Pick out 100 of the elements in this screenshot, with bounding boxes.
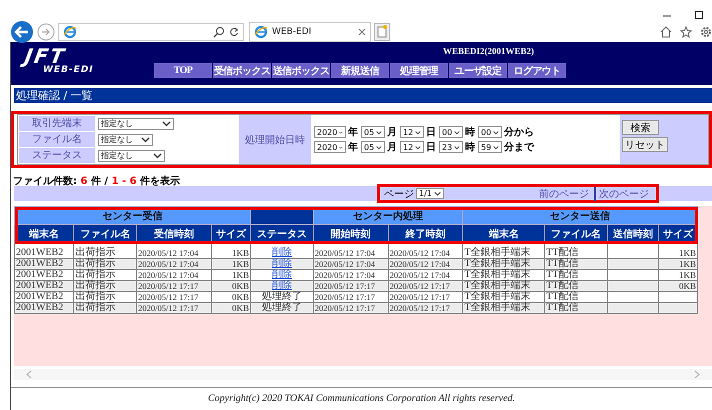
table-cell: 2020/05/12 17:17 (136, 280, 212, 292)
nav-button[interactable]: ユーザ設定 (449, 63, 507, 78)
chevron-icon (415, 128, 421, 136)
unit-label: 日 (426, 141, 436, 154)
column-header: サイズ (658, 224, 698, 244)
unit-label: 年 (348, 126, 358, 139)
unit-label: 時 (465, 126, 475, 139)
chevron-icon (434, 190, 441, 197)
chevron-icon (454, 128, 460, 136)
unit-label: 月 (387, 126, 397, 139)
table-cell: TT配信 (544, 280, 608, 292)
field-label: 取引先端末 (19, 116, 95, 131)
table-cell: 2020/05/12 17:17 (388, 280, 463, 292)
table-cell: 出荷指示 (74, 280, 137, 292)
column-header: サイズ (212, 224, 251, 244)
chevron-icon (454, 144, 460, 150)
star-icon[interactable] (680, 26, 692, 38)
browser-tab[interactable]: WEB-EDI (249, 22, 371, 42)
table-cell: 2001WEB2 (14, 280, 74, 292)
dropdown[interactable]: 2020 (314, 141, 346, 153)
table-cell: T全銀相手端末 (462, 302, 545, 314)
logo-text: WEB-EDI (43, 66, 95, 75)
column-header: 開始時刻 (313, 224, 388, 244)
chevron-icon (415, 144, 421, 150)
dropdown[interactable]: 指定なし (98, 134, 153, 146)
back-icon[interactable] (10, 20, 34, 44)
form-button[interactable]: 検索 (622, 120, 659, 135)
column-header: ファイル名 (74, 224, 137, 244)
column-header: 端末名 (14, 224, 74, 244)
column-header: ファイル名 (544, 224, 608, 244)
field-label: ファイル名 (19, 132, 95, 147)
dropdown[interactable]: 2020 (314, 126, 346, 138)
table-cell: T全銀相手端末 (462, 280, 545, 292)
chevron-icon (493, 144, 499, 150)
table-cell: 2020/05/12 17:17 (136, 302, 212, 314)
page-title: 処理確認 / 一覧 (14, 88, 712, 103)
table-cell: T全銀相手端末 (462, 258, 545, 270)
prev-page-link[interactable]: 前のページ (536, 186, 592, 200)
pager-label: ページ (384, 188, 414, 200)
form-button[interactable]: リセット (622, 137, 668, 152)
nav-button[interactable]: 処理管理 (390, 63, 448, 78)
dropdown[interactable]: 00 (439, 126, 463, 138)
table-cell: 出荷指示 (74, 258, 137, 270)
close-icon[interactable] (358, 28, 366, 36)
forward-icon[interactable] (37, 23, 55, 41)
dropdown[interactable]: 指定なし (98, 118, 174, 130)
table-cell: 2020/05/12 17:04 (388, 258, 463, 270)
dropdown[interactable]: 59 (478, 141, 502, 153)
unit-label: 分から (504, 126, 534, 139)
unit-label: 月 (387, 141, 397, 154)
dropdown[interactable]: 指定なし (98, 150, 165, 162)
table-cell: TT配信 (544, 258, 608, 270)
new-tab-icon[interactable] (374, 23, 390, 41)
field-label: 処理開始日時 (239, 115, 311, 164)
column-header: ステータス (250, 224, 314, 244)
table-cell: 出荷指示 (74, 302, 137, 314)
nav-button[interactable]: TOP (154, 63, 212, 78)
unit-label: 年 (348, 140, 358, 154)
table-cell: 2020/05/12 17:04 (136, 258, 212, 270)
chevron-icon (493, 128, 499, 136)
user-label: WEBEDI2(2001WEB2) (443, 46, 534, 56)
dropdown[interactable]: 12 (400, 126, 424, 138)
search-icon[interactable] (213, 26, 225, 38)
nav-button[interactable]: 受信ボックス (213, 63, 271, 78)
refresh-icon[interactable] (229, 27, 239, 37)
dropdown[interactable]: 05 (361, 141, 385, 153)
dropdown[interactable]: 23 (439, 141, 463, 153)
table-cell: TT配信 (544, 302, 608, 314)
result-count: ファイル件数: 6 件 / 1 - 6 件を表示 (13, 174, 182, 184)
column-header: 受信時刻 (136, 224, 212, 244)
dropdown[interactable]: 12 (400, 141, 424, 153)
browser-logo-icon[interactable] (63, 25, 77, 39)
chevron-icon (162, 120, 171, 127)
dropdown[interactable]: 1/1 (416, 188, 444, 199)
copyright-text: Copyright(c) 2020 TOKAI Communications Corporation All rights reserved. (11, 387, 712, 410)
nav-button[interactable]: 送信ボックス (272, 63, 330, 78)
chevron-icon (376, 128, 382, 136)
unit-label: 時 (465, 140, 475, 154)
table-cell: 2020/05/12 17:17 (388, 302, 463, 314)
next-page-link[interactable]: 次のページ (594, 186, 652, 200)
group-header: センター受信 (14, 206, 251, 224)
dropdown[interactable]: 05 (361, 126, 385, 138)
group-header: センター内処理 (313, 206, 463, 224)
table-cell: 2001WEB2 (14, 258, 74, 270)
home-icon[interactable] (660, 26, 672, 38)
table-cell: 2020/05/12 17:04 (313, 258, 388, 270)
unit-label: 分まで (504, 140, 534, 154)
table-cell: 2020/05/12 17:17 (313, 302, 388, 314)
column-header: 終了時刻 (388, 224, 463, 244)
unit-label: 日 (426, 126, 436, 139)
dropdown[interactable]: 00 (478, 126, 502, 138)
maximize-icon[interactable] (694, 10, 704, 20)
table-cell: 処理終了 (250, 302, 314, 314)
nav-button[interactable]: ログアウト (508, 63, 566, 78)
nav-button[interactable]: 新規送信 (331, 63, 389, 78)
address-field[interactable] (58, 23, 244, 41)
browser-logo-icon[interactable] (254, 25, 268, 39)
chevron-icon (376, 144, 382, 150)
table-cell: 2020/05/12 17:17 (313, 280, 388, 292)
gear-icon[interactable] (700, 26, 712, 38)
